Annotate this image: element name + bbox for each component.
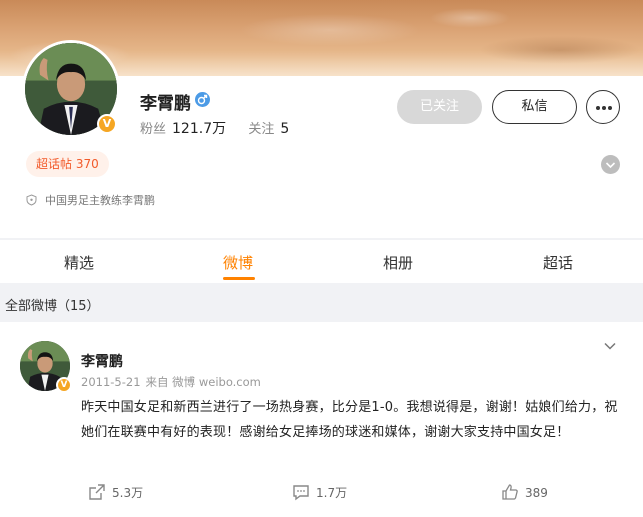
profile-bio: 中国男足主教练李霄鹏 — [26, 192, 155, 208]
more-button[interactable] — [586, 90, 620, 124]
repost-action[interactable]: 5.3万 — [88, 483, 143, 501]
shield-icon — [26, 194, 37, 206]
expand-profile-button[interactable] — [601, 155, 620, 174]
followed-button[interactable]: 已关注 — [397, 90, 482, 124]
post-source: 来自 微博 weibo.com — [145, 375, 261, 389]
tab-weibo[interactable]: 微博 — [223, 252, 253, 273]
repost-count: 5.3万 — [112, 486, 144, 500]
comment-action[interactable]: 1.7万 — [292, 483, 347, 501]
profile-name: 李霄鹏 — [140, 94, 191, 114]
tab-supertopic[interactable]: 超话 — [543, 252, 573, 273]
tab-album[interactable]: 相册 — [383, 252, 413, 273]
post-verified-badge: V — [56, 377, 72, 393]
tab-featured[interactable]: 精选 — [64, 252, 94, 273]
like-action[interactable]: 389 — [501, 483, 548, 501]
chevron-down-icon[interactable] — [602, 338, 618, 354]
following-label: 关注 — [248, 122, 275, 137]
post-meta: 2011-5-21 来自 微博 weibo.com — [81, 374, 266, 390]
verified-badge: V — [97, 114, 117, 134]
followers-count[interactable]: 121.7万 — [172, 121, 226, 137]
comment-count: 1.7万 — [316, 486, 348, 500]
followers-label: 粉丝 — [140, 122, 167, 137]
post-date[interactable]: 2011-5-21 — [81, 375, 141, 389]
section-title: 全部微博（15） — [5, 299, 100, 314]
message-button[interactable]: 私信 — [492, 90, 577, 124]
supertopic-badge[interactable]: 超话帖 370 — [26, 151, 109, 177]
repost-icon — [89, 484, 105, 500]
comment-icon — [293, 485, 309, 501]
post-text: 昨天中国女足和新西兰进行了一场热身赛，比分是1-0。我想说得是，谢谢！姑娘们给力… — [81, 400, 618, 440]
male-icon — [195, 92, 210, 107]
more-icon — [596, 106, 600, 110]
active-tab-indicator — [223, 277, 255, 280]
chevron-down-icon — [605, 162, 616, 169]
following-count[interactable]: 5 — [280, 121, 289, 137]
post-author[interactable]: 李霄鹏 — [81, 351, 123, 371]
like-icon — [502, 484, 518, 500]
profile-tabs: 精选 微博 相册 超话 — [0, 240, 643, 283]
profile-card: V 李霄鹏 粉丝 121.7万 关注 5 已关注 私信 超话帖 370 中国男足主教… — [0, 0, 643, 238]
profile-stats: 粉丝 121.7万 关注 5 — [140, 118, 289, 138]
bio-text: 中国男足主教练李霄鹏 — [45, 194, 155, 207]
like-count: 389 — [525, 486, 548, 500]
